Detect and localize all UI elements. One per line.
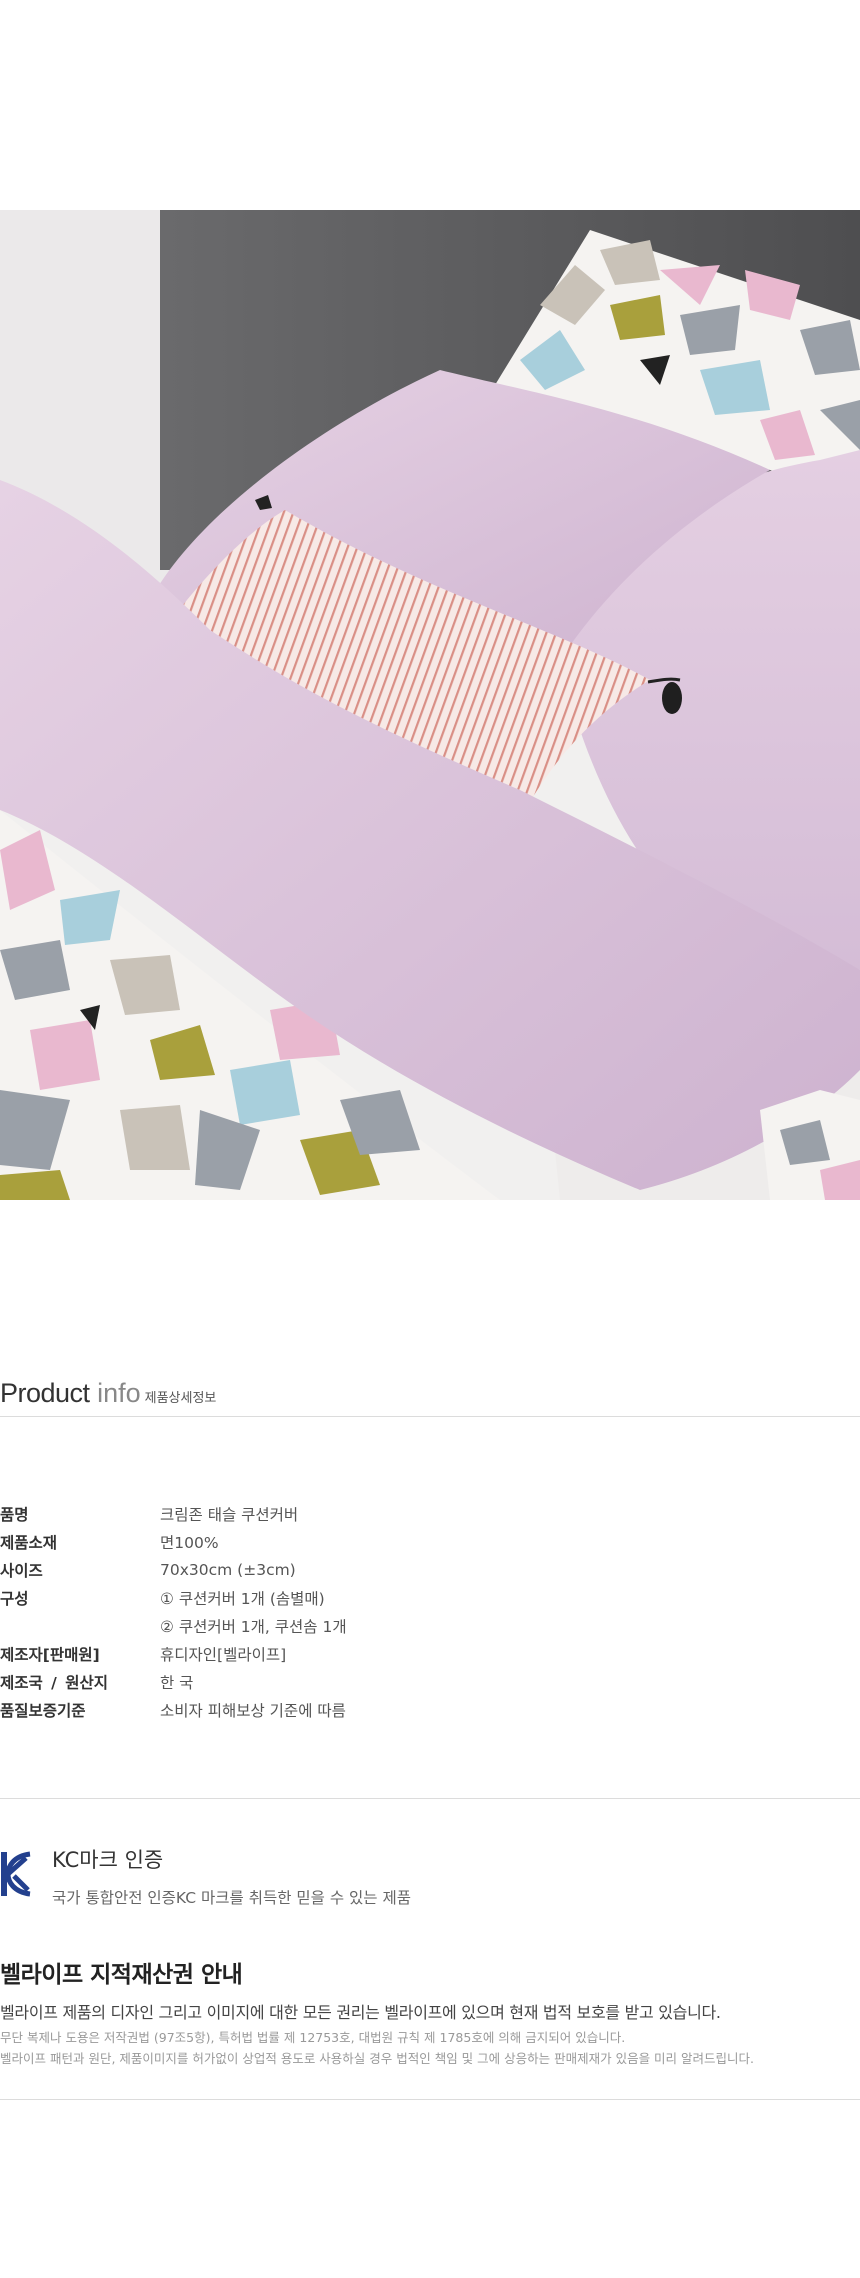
product-info-title-kr: 제품상세정보 — [144, 1391, 217, 1406]
spec-label: 제조자[판매원] — [0, 1646, 100, 1664]
kc-mark-icon — [0, 1846, 36, 1902]
spec-value: 크림존 태슬 쿠션커버 — [160, 1506, 299, 1524]
ip-notice-main: 벨라이프 제품의 디자인 그리고 이미지에 대한 모든 권리는 벨라이프에 있으… — [0, 2003, 721, 2022]
spec-label: 품질보증기준 — [0, 1702, 86, 1720]
spec-row: 품질보증기준 소비자 피해보상 기준에 따름 — [0, 1696, 860, 1724]
spec-row: 제조자[판매원] 휴디자인[벨라이프] — [0, 1640, 860, 1668]
spec-row: 제조국 / 원산지 한 국 — [0, 1668, 860, 1696]
spec-label: 구성 — [0, 1590, 29, 1608]
divider — [0, 1798, 860, 1799]
divider — [0, 1416, 860, 1417]
spec-value: 휴디자인[벨라이프] — [160, 1646, 287, 1664]
spec-value: ② 쿠션커버 1개, 쿠션솜 1개 — [160, 1618, 347, 1636]
spec-row: 구성 ① 쿠션커버 1개 (솜별매) — [0, 1584, 860, 1612]
spec-label: 품명 — [0, 1506, 29, 1524]
product-info-title: Product info 제품상세정보 — [0, 1378, 216, 1418]
spec-row: 제품소재 면100% — [0, 1528, 860, 1556]
spec-row: ② 쿠션커버 1개, 쿠션솜 1개 — [0, 1612, 860, 1640]
spec-row: 품명 크림존 태슬 쿠션커버 — [0, 1500, 860, 1528]
product-info-title-light: info — [89, 1378, 141, 1408]
spec-label: 제품소재 — [0, 1534, 58, 1552]
kc-title: KC마크 인증 — [52, 1848, 164, 1872]
ip-notice-line-1: 무단 복제나 도용은 저작권법 (97조5항), 특허법 법률 제 12753호… — [0, 2030, 626, 2045]
product-info-title-bold: Product — [0, 1378, 90, 1408]
spec-label: 제조국 / 원산지 — [0, 1674, 108, 1692]
spec-value: 소비자 피해보상 기준에 따름 — [160, 1702, 346, 1720]
kc-description: 국가 통합안전 인증KC 마크를 취득한 믿을 수 있는 제품 — [52, 1889, 412, 1907]
spec-value: ① 쿠션커버 1개 (솜별매) — [160, 1590, 325, 1608]
ip-notice-line-2: 벨라이프 패턴과 원단, 제품이미지를 허가없이 상업적 용도로 사용하실 경우… — [0, 2051, 754, 2066]
spec-table: 품명 크림존 태슬 쿠션커버 제품소재 면100% 사이즈 70x30cm (±… — [0, 1500, 860, 1724]
divider — [0, 2099, 860, 2100]
spec-value: 70x30cm (±3cm) — [160, 1561, 296, 1579]
spec-label: 사이즈 — [0, 1562, 43, 1580]
spec-value: 면100% — [160, 1534, 219, 1552]
spec-value: 한 국 — [160, 1674, 194, 1692]
spec-row: 사이즈 70x30cm (±3cm) — [0, 1556, 860, 1584]
bedding-photo-illustration — [0, 210, 860, 1200]
product-photo — [0, 210, 860, 1200]
ip-notice-title: 벨라이프 지적재산권 안내 — [0, 1962, 243, 1988]
